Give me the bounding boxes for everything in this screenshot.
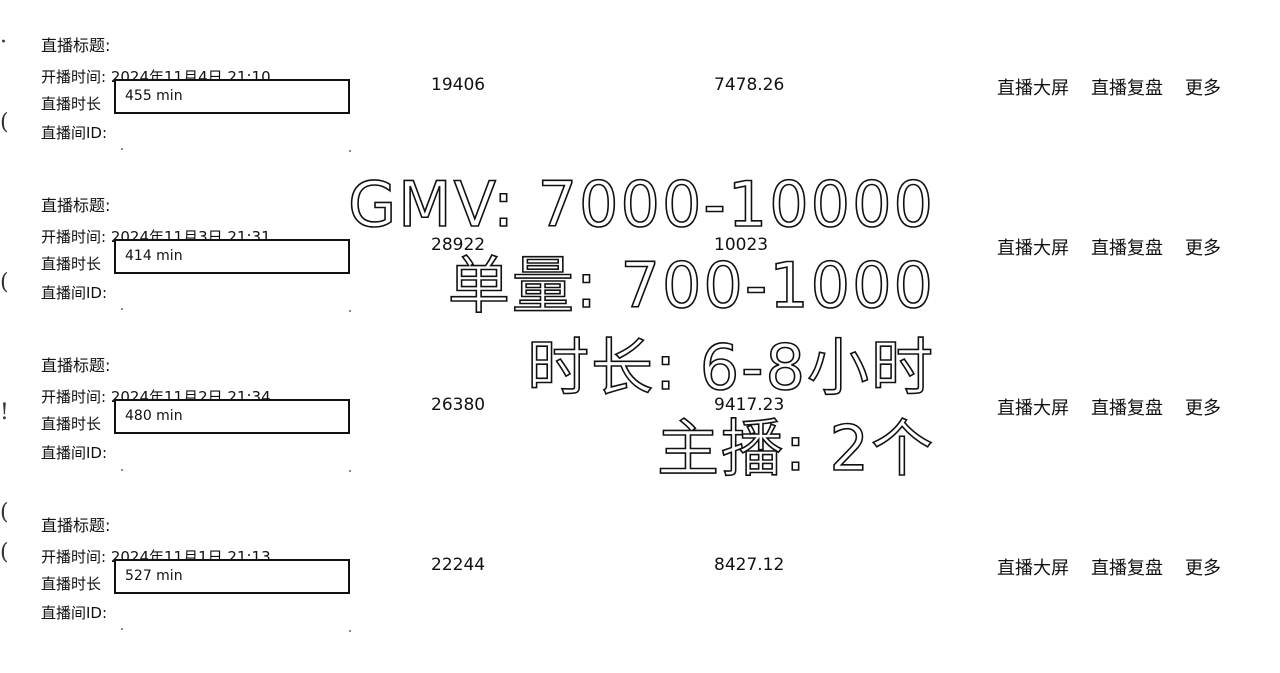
live-big-screen-link[interactable]: 直播大屏 (997, 554, 1069, 580)
start-time-label: 开播时间: (41, 388, 107, 406)
edge-mark: · (0, 30, 7, 55)
start-time-label: 开播时间: (41, 548, 107, 566)
duration-label: 直播时长 (41, 255, 102, 273)
room-id-label: 直播间ID: (41, 604, 108, 622)
scan-dot (121, 628, 123, 630)
scan-dot (349, 310, 351, 312)
gmv-value: 7478.26 (714, 75, 785, 95)
session-row: 直播标题: 开播时间: 2024年11月4日 21:10 直播时长 455 mi… (0, 0, 1280, 160)
scan-dot (349, 630, 351, 632)
room-id-label: 直播间ID: (41, 444, 108, 462)
gmv-value: 8427.12 (714, 555, 785, 575)
duration-field[interactable]: 455 min (114, 79, 350, 114)
duration-field[interactable]: 480 min (114, 399, 350, 434)
duration-label: 直播时长 (41, 95, 102, 113)
overlay-host-text: 主播: 2个 (656, 412, 935, 485)
live-big-screen-link[interactable]: 直播大屏 (997, 74, 1069, 100)
duration-field[interactable]: 414 min (114, 239, 350, 274)
more-link[interactable]: 更多 (1185, 394, 1221, 420)
live-title-label: 直播标题: (41, 356, 111, 375)
live-review-link[interactable]: 直播复盘 (1091, 74, 1163, 100)
edge-mark: ( (0, 540, 9, 565)
duration-field[interactable]: 527 min (114, 559, 350, 594)
live-review-link[interactable]: 直播复盘 (1091, 554, 1163, 580)
room-id-label: 直播间ID: (41, 124, 108, 142)
scan-dot (349, 150, 351, 152)
edge-mark: ( (0, 500, 9, 525)
edge-mark: ! (0, 400, 9, 425)
live-review-link[interactable]: 直播复盘 (1091, 234, 1163, 260)
scan-dot (349, 470, 351, 472)
more-link[interactable]: 更多 (1185, 234, 1221, 260)
more-link[interactable]: 更多 (1185, 74, 1221, 100)
live-review-link[interactable]: 直播复盘 (1091, 394, 1163, 420)
scan-dot (121, 469, 123, 471)
scan-dot (121, 308, 123, 310)
duration-label: 直播时长 (41, 415, 102, 433)
live-big-screen-link[interactable]: 直播大屏 (997, 234, 1069, 260)
live-big-screen-link[interactable]: 直播大屏 (997, 394, 1069, 420)
room-id-label: 直播间ID: (41, 284, 108, 302)
overlay-gmv-text: GMV: 7000-10000 (347, 168, 935, 241)
more-link[interactable]: 更多 (1185, 554, 1221, 580)
edge-mark: ( (0, 270, 9, 295)
edge-mark: ( (0, 110, 9, 135)
orders-value: 26380 (431, 395, 486, 415)
orders-value: 22244 (431, 555, 486, 575)
duration-label: 直播时长 (41, 575, 102, 593)
live-title-label: 直播标题: (41, 196, 111, 215)
overlay-duration-text: 时长: 6-8小时 (526, 331, 935, 404)
session-row: 直播标题: 开播时间: 2024年11月1日 21:13 直播时长 527 mi… (0, 480, 1280, 640)
orders-value: 19406 (431, 75, 486, 95)
start-time-label: 开播时间: (41, 228, 107, 246)
live-title-label: 直播标题: (41, 516, 111, 535)
live-title-label: 直播标题: (41, 36, 111, 55)
overlay-orders-text: 单量: 700-1000 (447, 249, 935, 322)
scan-dot (121, 148, 123, 150)
start-time-label: 开播时间: (41, 68, 107, 86)
